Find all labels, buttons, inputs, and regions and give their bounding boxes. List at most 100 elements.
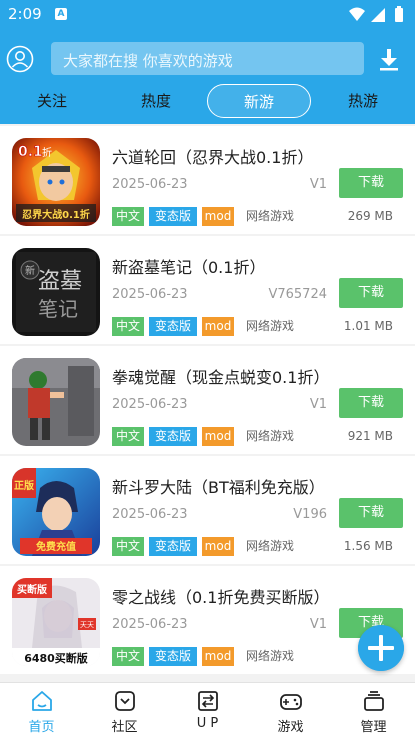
tag-mod: mod <box>202 317 234 336</box>
nav-up-label: U P <box>196 716 219 731</box>
game-date: 2025-06-23 <box>112 617 188 632</box>
download-button[interactable]: 下载 <box>339 278 403 308</box>
tag-modified: 变态版 <box>149 317 197 336</box>
status-time: 2:09 <box>8 5 42 23</box>
status-bar: 2:09 A <box>0 0 415 28</box>
tab-popular[interactable]: 热度 <box>124 84 188 118</box>
tag-mod: mod <box>202 647 234 666</box>
game-network-type: 网络游戏 <box>246 429 295 443</box>
category-tabs: 关注 热度 新游 热游 <box>0 84 415 118</box>
game-date: 2025-06-23 <box>112 287 188 302</box>
icon-text: 新 <box>25 264 35 277</box>
game-version: V1 <box>309 397 327 412</box>
tag-mod: mod <box>202 427 234 446</box>
home-icon <box>32 691 52 711</box>
game-title[interactable]: 零之战线（0.1折免费买断版） <box>112 584 329 608</box>
battery-icon <box>395 8 403 22</box>
game-network-type: 网络游戏 <box>246 319 295 333</box>
search-input[interactable]: 大家都在搜 你喜欢的游戏 <box>51 42 364 75</box>
game-card[interactable]: 拳魂觉醒（现金点蜕变0.1折） 2025-06-23 V1 下载 中文 变态版 … <box>0 346 415 454</box>
icon-text: 6480买断版 <box>24 651 88 665</box>
icon-text: 正版 <box>14 479 34 492</box>
nav-community-label: 社区 <box>111 720 138 735</box>
tag-mod: mod <box>202 207 234 226</box>
game-network-type: 网络游戏 <box>246 209 295 223</box>
status-icons <box>349 6 403 22</box>
game-date: 2025-06-23 <box>112 177 188 192</box>
nav-home[interactable]: 首页 <box>0 683 83 739</box>
nav-community[interactable]: 社区 <box>83 683 166 739</box>
game-version: V765724 <box>268 287 327 302</box>
nav-manage[interactable]: 管理 <box>332 683 415 739</box>
game-size: 1.01 MB <box>343 319 393 333</box>
avatar-icon[interactable] <box>6 45 34 73</box>
game-card[interactable]: 0.1 折 忍界大战0.1折 六道轮回（忍界大战0.1折） 2025-06-23… <box>0 126 415 234</box>
game-icon-lingzhi[interactable]: 买断版 天天 6480买断版 <box>12 578 100 666</box>
gamepad-icon <box>280 694 302 710</box>
nav-manage-label: 管理 <box>360 720 387 735</box>
game-card[interactable]: 正版 免费充值 新斗罗大陆（BT福利免充版） 2025-06-23 V196 下… <box>0 456 415 564</box>
game-version: V1 <box>309 177 327 192</box>
game-icon-liudao[interactable]: 0.1 折 忍界大战0.1折 <box>12 138 100 226</box>
bottom-navigation: 首页 社区 U P 游戏 管理 <box>0 682 415 739</box>
game-icon-quanhun[interactable] <box>12 358 100 446</box>
tag-chinese: 中文 <box>112 427 144 446</box>
download-button[interactable]: 下载 <box>339 168 403 198</box>
download-button[interactable]: 下载 <box>339 388 403 418</box>
nav-home-label: 首页 <box>28 720 55 735</box>
download-button[interactable]: 下载 <box>339 498 403 528</box>
nav-games[interactable]: 游戏 <box>249 683 332 739</box>
tag-modified: 变态版 <box>149 427 197 446</box>
game-list: 0.1 折 忍界大战0.1折 六道轮回（忍界大战0.1折） 2025-06-23… <box>0 124 415 682</box>
game-card[interactable]: 买断版 天天 6480买断版 零之战线（0.1折免费买断版） 2025-06-2… <box>0 566 415 674</box>
game-size: 921 MB <box>347 429 393 443</box>
nav-up[interactable]: U P <box>166 683 249 739</box>
tab-new-games[interactable]: 新游 <box>207 84 311 118</box>
signal-icon <box>371 8 385 22</box>
notification-a-icon: A <box>55 8 67 20</box>
game-icon-douluo[interactable]: 正版 免费充值 <box>12 468 100 556</box>
game-title[interactable]: 新盗墓笔记（0.1折） <box>112 254 265 278</box>
game-date: 2025-06-23 <box>112 397 188 412</box>
tag-chinese: 中文 <box>112 537 144 556</box>
icon-text: 天天 <box>80 621 94 629</box>
game-title[interactable]: 新斗罗大陆（BT福利免充版） <box>112 474 325 498</box>
game-icon-daomu[interactable]: 新 盗墓 笔记 <box>12 248 100 336</box>
icon-text: 忍界大战0.1折 <box>22 208 90 221</box>
game-size: 1.56 MB <box>343 539 393 553</box>
download-icon[interactable] <box>378 47 400 71</box>
icon-text: 买断版 <box>17 583 47 596</box>
add-fab-button[interactable] <box>358 625 404 671</box>
search-placeholder: 大家都在搜 你喜欢的游戏 <box>63 52 233 70</box>
tag-mod: mod <box>202 537 234 556</box>
manage-icon <box>364 691 384 711</box>
tag-chinese: 中文 <box>112 317 144 336</box>
nav-games-label: 游戏 <box>277 720 304 735</box>
game-network-type: 网络游戏 <box>246 539 295 553</box>
tag-chinese: 中文 <box>112 647 144 666</box>
icon-text: 折 <box>42 146 52 159</box>
game-title[interactable]: 拳魂觉醒（现金点蜕变0.1折） <box>112 364 329 388</box>
tag-modified: 变态版 <box>149 647 197 666</box>
top-header: 2:09 A 大家都在搜 你喜欢的游戏 关注 热度 新游 热游 <box>0 0 415 124</box>
game-card[interactable]: 新 盗墓 笔记 新盗墓笔记（0.1折） 2025-06-23 V765724 下… <box>0 236 415 344</box>
game-date: 2025-06-23 <box>112 507 188 522</box>
icon-text: 笔记 <box>38 297 78 321</box>
game-version: V196 <box>293 507 327 522</box>
game-title[interactable]: 六道轮回（忍界大战0.1折） <box>112 144 313 168</box>
icon-text: 免费充值 <box>36 540 76 553</box>
tab-follow[interactable]: 关注 <box>20 84 84 118</box>
game-network-type: 网络游戏 <box>246 649 295 663</box>
icon-text: 盗墓 <box>38 269 82 294</box>
app-root: 2:09 A 大家都在搜 你喜欢的游戏 关注 热度 新游 热游 0.1 折 忍界… <box>0 0 415 739</box>
community-icon <box>115 691 135 711</box>
tab-hot-games[interactable]: 热游 <box>331 84 395 118</box>
icon-text: 0.1 <box>18 144 43 160</box>
up-icon <box>198 691 218 711</box>
wifi-icon <box>349 7 365 21</box>
tag-modified: 变态版 <box>149 537 197 556</box>
game-size: 269 MB <box>347 209 393 223</box>
tag-chinese: 中文 <box>112 207 144 226</box>
game-version: V1 <box>309 617 327 632</box>
tag-modified: 变态版 <box>149 207 197 226</box>
